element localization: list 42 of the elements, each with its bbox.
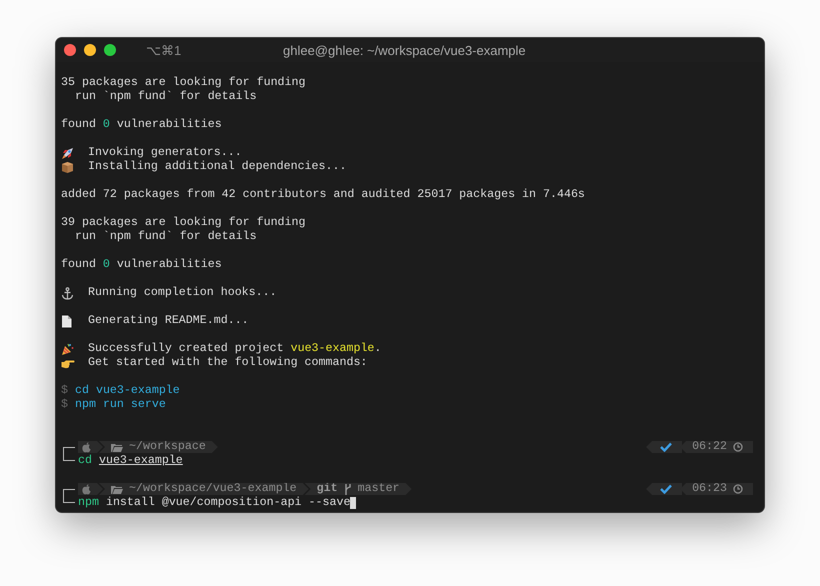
output-line: added 72 packages from 42 contributors and audited 25017 packages in 7.446s bbox=[61, 188, 585, 202]
time-segment: 06:22 bbox=[680, 441, 753, 453]
anchor-icon bbox=[61, 286, 74, 300]
path-segment: ~/workspace bbox=[99, 441, 218, 453]
folder-icon bbox=[111, 442, 123, 452]
output-line: found 0 vulnerabilities bbox=[61, 258, 222, 272]
window-title: ghlee@ghlee: ~/workspace/vue3-example bbox=[282, 42, 527, 58]
output-line: run `npm fund` for details bbox=[74, 230, 257, 244]
git-segment: git master bbox=[304, 483, 412, 495]
clock-icon bbox=[733, 484, 743, 494]
output-line: run `npm fund` for details bbox=[74, 90, 257, 104]
branch-icon bbox=[344, 484, 352, 494]
pointing-hand-icon bbox=[61, 358, 75, 368]
output-line: Installing additional dependencies... bbox=[88, 160, 346, 174]
output-line: Invoking generators... bbox=[88, 146, 242, 160]
close-button[interactable] bbox=[64, 44, 76, 56]
party-popper-icon bbox=[61, 342, 74, 356]
time-segment: 06:23 bbox=[680, 483, 753, 495]
clock-icon bbox=[733, 442, 743, 452]
output-line: Successfully created project vue3-example. bbox=[88, 342, 382, 356]
output-line: Get started with the following commands: bbox=[88, 356, 368, 370]
command-line: npm install @vue/composition-api --save bbox=[78, 496, 350, 510]
apple-icon bbox=[82, 484, 91, 494]
document-icon bbox=[61, 314, 72, 328]
output-line: 35 packages are looking for funding bbox=[61, 76, 306, 90]
tab-shortcut: ⌥⌘1 bbox=[146, 42, 182, 58]
output-line: Generating README.md... bbox=[88, 314, 249, 328]
output-line: found 0 vulnerabilities bbox=[61, 118, 222, 132]
output-line: Running completion hooks... bbox=[88, 286, 277, 300]
output-line: 39 packages are looking for funding bbox=[61, 216, 306, 230]
zoom-button[interactable] bbox=[104, 44, 116, 56]
folder-icon bbox=[111, 484, 123, 494]
checkmark-icon bbox=[660, 442, 672, 452]
package-box-icon bbox=[61, 160, 74, 174]
apple-icon bbox=[82, 442, 91, 452]
command-hint: $ cd vue3-example bbox=[61, 384, 180, 398]
checkmark-icon bbox=[660, 484, 672, 494]
command-line: cd vue3-example bbox=[78, 454, 183, 468]
path-segment: ~/workspace/vue3-example bbox=[99, 483, 309, 495]
rocket-icon bbox=[61, 146, 75, 160]
command-hint: $ npm run serve bbox=[61, 398, 166, 412]
minimize-button[interactable] bbox=[84, 44, 96, 56]
